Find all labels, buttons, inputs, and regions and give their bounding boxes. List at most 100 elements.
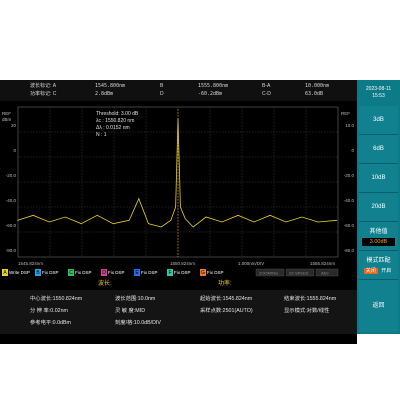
- trace-mode-label: Fix DSP: [141, 270, 158, 275]
- softkey-panel: 2023-08-11 15:53 3dB 6dB 10dB 20dB 其他值 3…: [357, 80, 400, 334]
- trace-color-swatch: F: [167, 269, 173, 276]
- span-value: 波长范围:10.0nm: [115, 296, 156, 302]
- x-left-label: 1545.824nm: [18, 261, 43, 266]
- marker-ba-value: 10.000nm: [305, 83, 330, 89]
- mode-match: 模式匹配 关闭 开启: [359, 251, 398, 280]
- trace-mode-label: Fix DSP: [108, 270, 125, 275]
- date-display: 2023-08-11: [365, 86, 392, 92]
- btn-20db-label: 20dB: [371, 204, 386, 210]
- unit-left-label: dBm: [2, 117, 12, 122]
- spectrum-plot[interactable]: 20 0 -20.0 -40.0 -60.0 -80.0 10.0 0 -20.0 -40.0 -…: [0, 101, 357, 281]
- marker-cd-value: 63.0dB: [305, 91, 324, 97]
- ref-left-label: REF: [2, 111, 11, 116]
- marker-b-value: 1555.800nm: [198, 83, 229, 89]
- trace-mode-label: Write DSP: [9, 270, 30, 275]
- marker-d-value: -60.2dBm: [198, 91, 223, 97]
- y-right-tick-label: -80.0: [344, 248, 355, 253]
- btn-6db[interactable]: 6dB: [359, 135, 398, 164]
- btn-10db[interactable]: 10dB: [359, 164, 398, 193]
- power-section-label: 功率:: [218, 281, 232, 287]
- mode-match-label: 模式匹配: [366, 258, 391, 264]
- trace-line: [17, 118, 338, 228]
- mode-off-toggle[interactable]: 关闭: [363, 268, 378, 274]
- marker-b-label: B: [160, 83, 164, 89]
- start-wavelength: 起始波长:1545.824nm: [200, 296, 253, 302]
- div-label: 1.000nm/DIV: [238, 261, 264, 266]
- trace-color-swatch: B: [35, 269, 41, 276]
- y-axis-right: 10.0 0 -20.0 -40.0 -60.0 -80.0: [344, 123, 355, 253]
- threshold-line3: Δλ : 0.0152 nm: [96, 125, 130, 131]
- mode-on-toggle[interactable]: 开启: [379, 268, 393, 274]
- y-right-tick-label: 0: [351, 148, 354, 153]
- y-left-tick-label: 20: [11, 123, 17, 128]
- marker-a-value: 1545.800nm: [95, 83, 126, 89]
- trace-color-swatch: C: [68, 269, 74, 276]
- ref-level: 参考电平:0.0dBm: [30, 320, 71, 326]
- trace-tag-e[interactable]: E Fix DSP: [134, 269, 158, 277]
- y-right-tick-label: -20.0: [344, 173, 355, 178]
- y-left-tick-label: -80.0: [6, 248, 17, 253]
- resolution: 分 辨 率:0.02nm: [30, 308, 68, 314]
- trace-mode-label: Fix DSP: [207, 270, 224, 275]
- trace-color-swatch: A: [2, 269, 8, 276]
- status-badges: ZOOMING 2X SPEED ADJ: [255, 268, 339, 277]
- display-mode: 显示模式:对数/线性: [284, 308, 330, 314]
- trace-color-swatch: E: [134, 269, 140, 276]
- trace-tag-d[interactable]: D Fix DSP: [101, 269, 125, 277]
- y-right-tick-label: -60.0: [344, 223, 355, 228]
- badge-speed: 2X SPEED: [289, 271, 309, 276]
- btn-10db-label: 10dB: [371, 175, 386, 181]
- trace-color-swatch: D: [101, 269, 107, 276]
- threshold-line2: λc : 1550.820 nm: [96, 118, 134, 124]
- btn-other-value[interactable]: 其他值 3.00dB: [359, 222, 398, 251]
- y-left-tick-label: -60.0: [6, 223, 17, 228]
- back-button[interactable]: 返回: [359, 280, 398, 332]
- trace-tag-a[interactable]: A Write DSP: [2, 269, 30, 277]
- time-display: 15:53: [372, 93, 385, 99]
- marker-d-label: D: [160, 91, 164, 97]
- other-value-label: 其他值: [369, 229, 388, 235]
- x-center-label: 1550.824nm: [170, 261, 195, 266]
- marker-c-value: 2.8dBm: [95, 91, 114, 97]
- sensitivity: 灵 敏 度:MID: [115, 308, 146, 314]
- trace-mode-label: Fix DSP: [174, 270, 191, 275]
- y-left-tick-label: -20.0: [6, 173, 17, 178]
- btn-6db-label: 6dB: [373, 146, 384, 152]
- badge-adj: ADJ: [321, 271, 329, 276]
- ref-right-label: REF: [341, 111, 350, 116]
- power-marker-label: 功率标记: C: [30, 91, 57, 97]
- trace-color-swatch: G: [200, 269, 206, 276]
- sample-points: 采样点数:2501(AUTO): [200, 308, 253, 314]
- y-right-tick-label: -40.0: [344, 198, 355, 203]
- wavelength-section-label: 波长:: [98, 281, 112, 287]
- y-right-tick-label: 10.0: [345, 123, 354, 128]
- screenshot: 波长标记: A 1545.800nm B 1555.800nm B-A 10.0…: [0, 0, 400, 400]
- trace-tag-c[interactable]: C Fix DSP: [68, 269, 92, 277]
- trace-tag-f[interactable]: F Fix DSP: [167, 269, 191, 277]
- btn-3db-label: 3dB: [373, 117, 384, 123]
- threshold-box: Threshold: 3.00 dB λc : 1550.820 nm Δλ :…: [96, 111, 139, 138]
- center-wavelength: 中心波长:1550.824nm: [30, 296, 83, 302]
- trace-mode-label: Fix DSP: [42, 270, 59, 275]
- trace-mode-label: Fix DSP: [75, 270, 92, 275]
- marker-ba-label: B-A: [262, 83, 271, 89]
- threshold-line1: Threshold: 3.00 dB: [96, 111, 139, 117]
- btn-3db[interactable]: 3dB: [359, 106, 398, 135]
- y-left-tick-label: 0: [13, 148, 16, 153]
- wavelength-marker-label: 波长标记: A: [30, 83, 57, 89]
- badge-zooming: ZOOMING: [259, 271, 278, 276]
- y-axis-left: 20 0 -20.0 -40.0 -60.0 -80.0: [6, 123, 17, 253]
- x-right-label: 1555.824nm: [310, 261, 335, 266]
- scale-per-div: 刻度/格:10.0dB/DIV: [115, 320, 161, 326]
- stop-wavelength: 结束波长:1555.824nm: [284, 296, 337, 302]
- y-left-tick-label: -40.0: [6, 198, 17, 203]
- trace-tag-b[interactable]: B Fix DSP: [35, 269, 59, 277]
- other-value-field[interactable]: 3.00dB: [362, 238, 395, 246]
- btn-20db[interactable]: 20dB: [359, 193, 398, 222]
- marker-cd-label: C-D: [262, 91, 271, 97]
- marker-header: 波长标记: A 1545.800nm B 1555.800nm B-A 10.0…: [0, 80, 357, 102]
- osa-screen: 波长标记: A 1545.800nm B 1555.800nm B-A 10.0…: [0, 80, 400, 344]
- threshold-line4: N : 1: [96, 132, 107, 138]
- info-panel: 中心波长:1550.824nm 波长范围:10.0nm 起始波长:1545.82…: [0, 290, 357, 334]
- trace-tag-g[interactable]: G Fix DSP: [200, 269, 224, 277]
